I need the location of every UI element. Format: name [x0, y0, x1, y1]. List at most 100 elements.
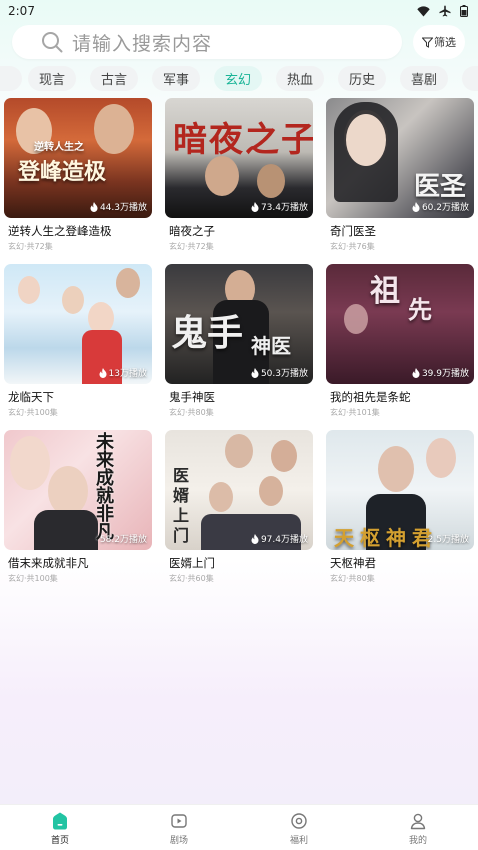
poster-title: 医婿上门 — [173, 466, 190, 545]
drama-title[interactable]: 医婿上门 — [165, 555, 313, 571]
drama-poster[interactable]: 暗夜之子 73.4万播放 — [165, 98, 313, 218]
filter-icon — [422, 37, 433, 48]
play-count: 39.9万播放 — [412, 366, 469, 379]
drama-poster[interactable]: 逆转人生之 登峰造极 44.3万播放 — [4, 98, 152, 218]
search-bar[interactable]: 请输入搜索内容 — [12, 25, 402, 59]
drama-poster[interactable]: 天枢神君 2.5万播放 — [326, 430, 474, 550]
drama-meta: 玄幻·共72集 — [8, 242, 53, 251]
drama-title[interactable]: 鬼手神医 — [165, 389, 313, 405]
nav-home[interactable]: 首页 — [30, 811, 90, 846]
nav-label: 剧场 — [169, 836, 188, 846]
play-count: 2.5万播放 — [428, 532, 469, 545]
nav-theater[interactable]: 剧场 — [149, 811, 209, 846]
poster-face — [378, 446, 414, 492]
tab-label: 古言 — [100, 73, 127, 88]
play-count-text: 97.4万播放 — [260, 535, 308, 545]
drama-title[interactable]: 借末来成就非凡 — [4, 555, 152, 571]
poster-face — [10, 436, 50, 490]
drama-card[interactable]: 医婿上门 97.4万播放 医婿上门 玄幻·共60集 — [165, 430, 313, 584]
tab-junshi[interactable]: 军事 — [152, 66, 200, 91]
play-count-text: 58.2万播放 — [99, 535, 147, 545]
poster-face — [426, 438, 456, 478]
drama-poster[interactable]: 祖 先 39.9万播放 — [326, 264, 474, 384]
filter-button[interactable]: 筛选 — [413, 25, 465, 59]
drama-title[interactable]: 奇门医圣 — [326, 223, 474, 239]
poster-title: 暗夜之子 — [173, 120, 313, 160]
play-count-text: 73.4万播放 — [260, 203, 308, 213]
drama-poster[interactable]: 医圣 60.2万播放 — [326, 98, 474, 218]
drama-card[interactable]: 祖 先 39.9万播放 我的祖先是条蛇 玄幻·共101集 — [326, 264, 474, 418]
drama-card[interactable]: 医圣 60.2万播放 奇门医圣 玄幻·共76集 — [326, 98, 474, 252]
drama-card[interactable]: 13万播放 龙临天下 玄幻·共100集 — [4, 264, 152, 418]
search-icon — [42, 32, 63, 53]
poster-face — [271, 440, 297, 472]
tab-xianyan[interactable]: 现言 — [28, 66, 76, 91]
poster-face — [225, 434, 253, 468]
nav-label: 首页 — [50, 836, 69, 846]
poster-face — [62, 286, 84, 314]
drama-card[interactable]: 逆转人生之 登峰造极 44.3万播放 逆转人生之登峰造极 玄幻·共72集 — [4, 98, 152, 252]
drama-title[interactable]: 暗夜之子 — [165, 223, 313, 239]
poster-suit — [34, 510, 98, 550]
tab-label: 热血 — [286, 73, 313, 88]
tab-guyan[interactable]: 古言 — [90, 66, 138, 91]
play-count-text: 44.3万播放 — [99, 203, 147, 213]
tab-partial[interactable] — [0, 66, 22, 91]
tab-lishi[interactable]: 历史 — [338, 66, 386, 91]
nav-profile[interactable]: 我的 — [388, 811, 448, 846]
poster-title: 未来成就非凡 — [96, 432, 114, 543]
drama-meta: 玄幻·共72集 — [169, 242, 214, 251]
flame-icon — [412, 367, 420, 378]
tab-label: 玄幻 — [224, 73, 251, 88]
tab-label: 现言 — [38, 73, 65, 88]
poster-face — [257, 164, 285, 198]
user-icon — [410, 813, 426, 830]
wifi-icon — [417, 5, 430, 16]
drama-meta: 玄幻·共60集 — [169, 574, 214, 583]
play-count: 44.3万播放 — [90, 200, 147, 213]
tab-xiju[interactable]: 喜剧 — [400, 66, 448, 91]
play-count: 73.4万播放 — [251, 200, 308, 213]
search-input[interactable]: 请输入搜索内容 — [72, 29, 212, 56]
poster-face — [18, 276, 40, 304]
bottom-nav: 首页 剧场 福利 我的 — [0, 804, 478, 850]
drama-poster[interactable]: 未来成就非凡 58.2万播放 — [4, 430, 152, 550]
drama-title[interactable]: 我的祖先是条蛇 — [326, 389, 474, 405]
status-bar: 2:07 — [0, 0, 478, 22]
drama-card[interactable]: 鬼手 神医 50.3万播放 鬼手神医 玄幻·共80集 — [165, 264, 313, 418]
drama-poster[interactable]: 13万播放 — [4, 264, 152, 384]
status-time: 2:07 — [8, 4, 35, 18]
tab-rexue[interactable]: 热血 — [276, 66, 324, 91]
home-icon — [53, 812, 67, 830]
drama-card[interactable]: 天枢神君 2.5万播放 天枢神君 玄幻·共80集 — [326, 430, 474, 584]
airplane-icon — [439, 5, 451, 17]
drama-poster[interactable]: 医婿上门 97.4万播放 — [165, 430, 313, 550]
poster-face — [346, 114, 386, 166]
drama-card[interactable]: 暗夜之子 73.4万播放 暗夜之子 玄幻·共72集 — [165, 98, 313, 252]
poster-face — [209, 482, 233, 512]
tab-xuanhuan[interactable]: 玄幻 — [214, 66, 262, 91]
play-count: 50.3万播放 — [251, 366, 308, 379]
tab-label: 历史 — [348, 73, 375, 88]
nav-welfare[interactable]: 福利 — [269, 811, 329, 846]
drama-title[interactable]: 天枢神君 — [326, 555, 474, 571]
poster-face — [205, 156, 239, 196]
drama-title[interactable]: 龙临天下 — [4, 389, 152, 405]
drama-title[interactable]: 逆转人生之登峰造极 — [4, 223, 152, 239]
play-count-text: 13万播放 — [108, 369, 147, 379]
status-icons — [417, 5, 468, 17]
poster-title: 登峰造极 — [18, 159, 107, 185]
nav-label: 福利 — [289, 836, 308, 846]
drama-poster[interactable]: 鬼手 神医 50.3万播放 — [165, 264, 313, 384]
play-count-text: 60.2万播放 — [421, 203, 469, 213]
nav-label: 我的 — [408, 836, 427, 846]
drama-meta: 玄幻·共76集 — [330, 242, 375, 251]
flame-icon — [251, 367, 259, 378]
play-count: 60.2万播放 — [412, 200, 469, 213]
category-tabs: 现言 古言 军事 玄幻 热血 历史 喜剧 — [0, 64, 478, 92]
tab-partial[interactable] — [462, 66, 478, 91]
drama-card[interactable]: 未来成就非凡 58.2万播放 借末来成就非凡 玄幻·共100集 — [4, 430, 152, 584]
poster-title: 医圣 — [414, 172, 467, 202]
drama-meta: 玄幻·共101集 — [330, 408, 380, 417]
poster-title-small: 逆转人生之 — [34, 142, 84, 153]
